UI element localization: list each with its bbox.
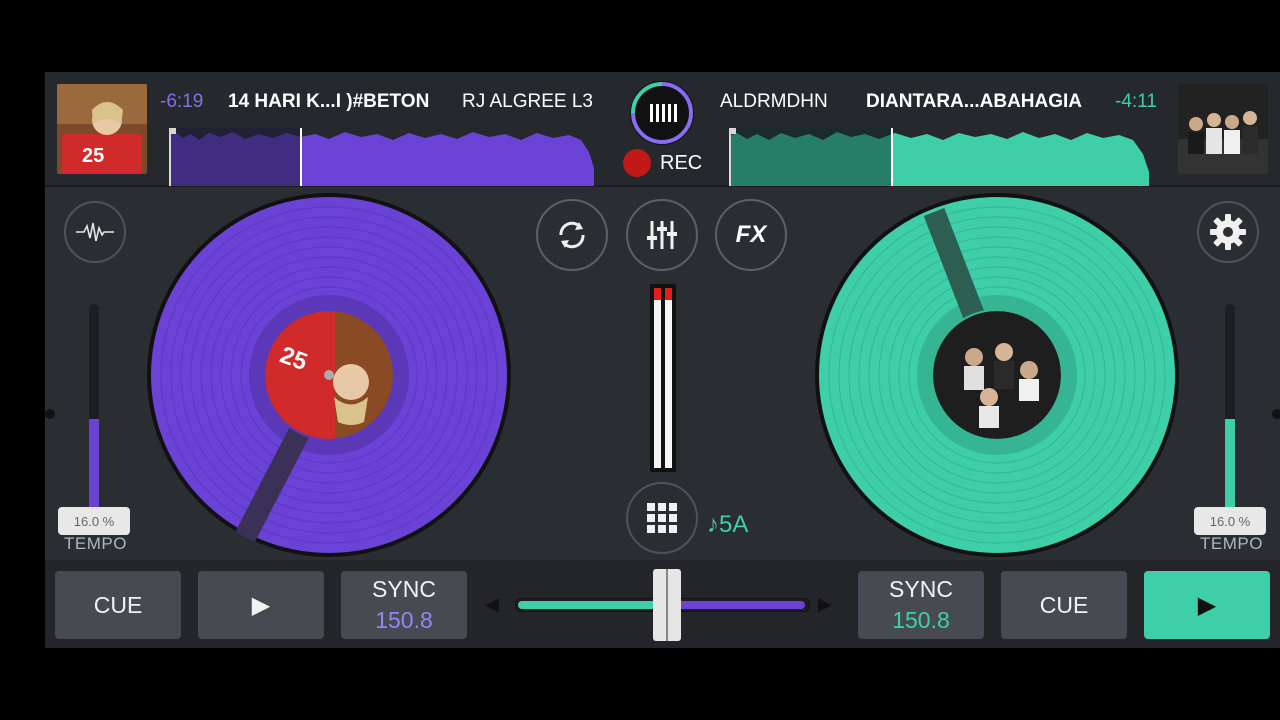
deck-b-cover-thumbnail[interactable] bbox=[1178, 84, 1268, 174]
deck-a-cover-thumbnail[interactable]: 25 bbox=[57, 84, 147, 174]
grid-icon bbox=[647, 503, 677, 533]
deck-b-tempo-fill bbox=[1225, 419, 1235, 514]
dj-app: 25 -6:19 14 HARI K...I )#BETON RJ ALGREE… bbox=[45, 72, 1280, 648]
crossfader-left-fill bbox=[518, 601, 666, 609]
deck-a-turntable[interactable]: 25 bbox=[146, 192, 512, 558]
record-button[interactable] bbox=[623, 149, 651, 177]
record-label: REC bbox=[660, 152, 703, 174]
loop-sync-button[interactable] bbox=[536, 199, 608, 271]
key-indicator[interactable]: ♪5A bbox=[707, 511, 748, 539]
waveform-view-button[interactable] bbox=[64, 201, 126, 263]
equalizer-icon bbox=[647, 221, 677, 249]
crossfader-left-arrow-icon[interactable]: ◀ bbox=[485, 594, 499, 615]
deck-a-tempo-fill bbox=[89, 419, 99, 514]
deck-a-play-button[interactable]: ▶ bbox=[198, 571, 324, 639]
deck-a-track-artist[interactable]: RJ ALGREE L3 bbox=[462, 91, 593, 113]
play-icon: ▶ bbox=[251, 591, 271, 619]
deck-b-waveform[interactable] bbox=[729, 128, 1149, 186]
deck-a-tempo-reset-dot[interactable] bbox=[45, 409, 55, 419]
deck-a-waveform[interactable] bbox=[169, 128, 594, 186]
crossfader-knob[interactable] bbox=[653, 569, 681, 641]
deck-b-track-title[interactable]: DIANTARA...ABAHAGIA bbox=[866, 91, 1082, 113]
vu-meter-right-channel bbox=[665, 288, 672, 468]
deck-a-track-title[interactable]: 14 HARI K...I )#BETON bbox=[228, 91, 429, 113]
refresh-icon bbox=[559, 221, 585, 249]
deck-a-cue-label: CUE bbox=[93, 591, 143, 618]
deck-b-sync-button[interactable]: SYNC 150.8 bbox=[858, 571, 984, 639]
vu-meter bbox=[650, 284, 676, 472]
deck-b-tempo-label: TEMPO bbox=[1200, 534, 1263, 553]
deck-a-bpm: 150.8 bbox=[375, 607, 433, 633]
crossfader-right-fill bbox=[666, 601, 805, 609]
deck-b-tempo-slider[interactable] bbox=[1225, 304, 1235, 514]
deck-b-turntable[interactable] bbox=[814, 192, 1180, 558]
deck-a-tempo-slider[interactable] bbox=[89, 304, 99, 514]
deck-b-play-button[interactable]: ▶ bbox=[1144, 571, 1270, 639]
deck-a-sync-button[interactable]: SYNC 150.8 bbox=[341, 571, 467, 639]
fx-label: FX bbox=[735, 221, 767, 248]
gear-icon bbox=[1210, 214, 1246, 250]
settings-button[interactable] bbox=[1197, 201, 1259, 263]
deck-b-time-remaining: -4:11 bbox=[1115, 91, 1157, 112]
deck-b-sync-label: SYNC bbox=[889, 576, 953, 602]
deck-b-track-artist[interactable]: ALDRMDHN bbox=[720, 91, 828, 113]
vu-meter-left-channel bbox=[654, 288, 661, 468]
deck-b-cue-button[interactable]: CUE bbox=[1001, 571, 1127, 639]
deck-a-cue-button[interactable]: CUE bbox=[55, 571, 181, 639]
deck-a-tempo-value[interactable]: 16.0 % bbox=[58, 507, 130, 535]
fx-button[interactable]: FX bbox=[715, 199, 787, 271]
deck-a-sync-label: SYNC bbox=[372, 576, 436, 602]
play-icon: ▶ bbox=[1197, 591, 1217, 619]
deck-b-tempo-value[interactable]: 16.0 % bbox=[1194, 507, 1266, 535]
waveform-icon bbox=[76, 222, 114, 242]
app-logo-icon[interactable] bbox=[629, 80, 695, 146]
deck-a-tempo-label: TEMPO bbox=[64, 534, 127, 553]
svg-text:25: 25 bbox=[82, 145, 104, 167]
sampler-button[interactable] bbox=[626, 482, 698, 554]
deck-b-cue-label: CUE bbox=[1039, 591, 1089, 618]
deck-b-bpm: 150.8 bbox=[892, 607, 950, 633]
mixer-button[interactable] bbox=[626, 199, 698, 271]
deck-a-time-remaining: -6:19 bbox=[160, 91, 204, 112]
deck-b-tempo-reset-dot[interactable] bbox=[1272, 409, 1280, 419]
crossfader-right-arrow-icon[interactable]: ▶ bbox=[818, 594, 832, 615]
